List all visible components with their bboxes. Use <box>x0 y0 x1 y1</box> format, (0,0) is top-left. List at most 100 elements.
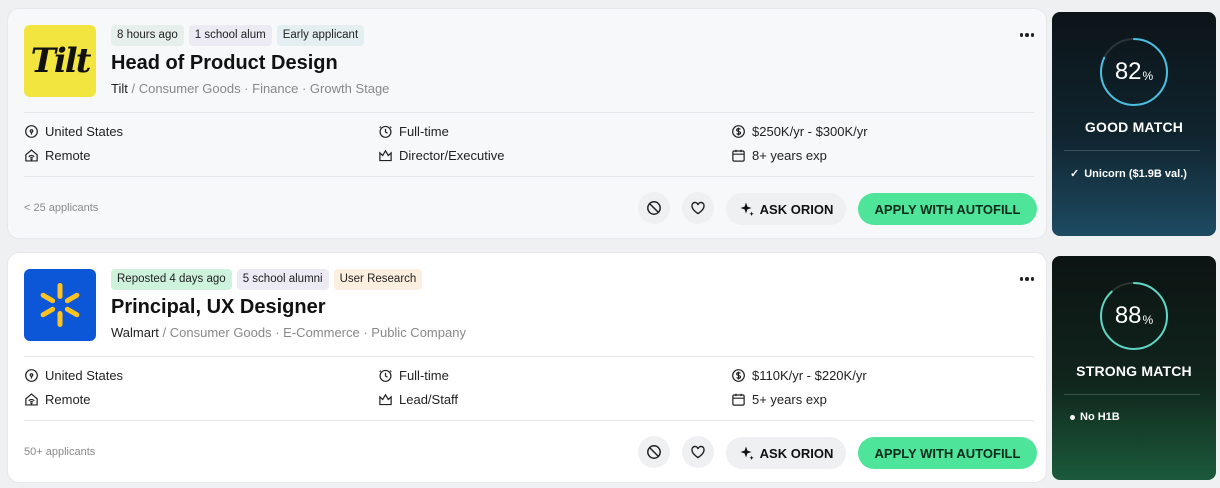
crown-icon <box>379 149 392 162</box>
location-pin-icon <box>25 369 38 382</box>
work-mode: Remote <box>24 148 91 163</box>
work-mode: Remote <box>24 392 91 407</box>
not-interested-button[interactable] <box>638 436 670 468</box>
divider <box>24 112 1034 113</box>
job-card[interactable]: Tilt 8 hours ago 1 school alum Early app… <box>0 8 1220 243</box>
save-job-button[interactable] <box>682 436 714 468</box>
more-options-icon <box>1019 33 1024 37</box>
job-type-text: Full-time <box>399 124 449 139</box>
job-title[interactable]: Head of Product Design <box>111 52 338 75</box>
sparkle-icon <box>740 446 754 460</box>
work-mode-text: Remote <box>45 392 91 407</box>
salary-text: $250K/yr - $300K/yr <box>752 124 868 139</box>
location-text: United States <box>45 368 124 383</box>
location: United States <box>24 368 123 383</box>
match-score-panel: 88% STRONG MATCH No H1B <box>1052 256 1216 480</box>
early-applicant-tag: Early applicant <box>276 25 365 46</box>
company-logo-text: Tilt <box>30 41 92 81</box>
match-note: ✓ Unicorn ($1.9B val.) <box>1070 167 1187 181</box>
salary-text: $110K/yr - $220K/yr <box>752 368 867 383</box>
match-percentage: 82% <box>1098 36 1170 108</box>
company-meta: Tilt / Consumer Goods · Finance · Growth… <box>111 81 389 96</box>
job-card-body[interactable]: Tilt 8 hours ago 1 school alum Early app… <box>7 8 1047 239</box>
experience-text: 8+ years exp <box>752 148 827 163</box>
company-name[interactable]: Tilt <box>111 81 128 96</box>
seniority-text: Lead/Staff <box>399 392 459 407</box>
company-categories: / Consumer Goods · Finance · Growth Stag… <box>127 81 390 96</box>
percent-sign: % <box>1142 69 1154 83</box>
save-job-button[interactable] <box>682 192 714 224</box>
match-percentage: 88% <box>1098 280 1170 352</box>
check-icon: ✓ <box>1070 168 1080 180</box>
clock-icon <box>379 125 392 138</box>
apply-with-autofill-button[interactable]: APPLY WITH AUTOFILL <box>858 437 1037 469</box>
dollar-icon <box>732 125 745 138</box>
divider <box>1064 394 1200 395</box>
company-name[interactable]: Walmart <box>111 325 159 340</box>
location-text: United States <box>45 124 124 139</box>
experience: 8+ years exp <box>731 148 827 163</box>
more-options-button[interactable] <box>1016 25 1038 45</box>
heart-icon <box>691 201 705 215</box>
walmart-spark-icon <box>40 283 80 327</box>
applicant-count: 50+ applicants <box>24 446 96 458</box>
calendar-icon <box>732 393 745 406</box>
company-meta: Walmart / Consumer Goods · E-Commerce · … <box>111 325 466 340</box>
more-options-button[interactable] <box>1016 269 1038 289</box>
alumni-tag: 5 school alumni <box>236 269 329 290</box>
alumni-tag: 1 school alum <box>188 25 272 46</box>
ask-orion-button[interactable]: ASK ORION <box>726 437 846 469</box>
percent-sign: % <box>1142 313 1154 327</box>
match-score-panel: 82% GOOD MATCH ✓ Unicorn ($1.9B val.) <box>1052 12 1216 236</box>
job-type-text: Full-time <box>399 368 449 383</box>
posted-time-tag: Reposted 4 days ago <box>111 269 232 290</box>
ask-orion-button[interactable]: ASK ORION <box>726 193 846 225</box>
sparkle-icon <box>740 202 754 216</box>
match-label: GOOD MATCH <box>1084 119 1184 135</box>
match-note: No H1B <box>1070 411 1120 423</box>
job-title[interactable]: Principal, UX Designer <box>111 296 326 319</box>
match-percentage-value: 82 <box>1114 58 1142 85</box>
job-type: Full-time <box>378 368 449 383</box>
ask-orion-label: ASK ORION <box>759 201 834 217</box>
tag-list: 8 hours ago 1 school alum Early applican… <box>111 25 365 46</box>
apply-with-autofill-button[interactable]: APPLY WITH AUTOFILL <box>858 193 1037 225</box>
tag-list: Reposted 4 days ago 5 school alumni User… <box>111 269 423 290</box>
dollar-icon <box>732 369 745 382</box>
divider <box>24 420 1034 421</box>
divider <box>1064 150 1200 151</box>
divider <box>24 356 1034 357</box>
posted-time-tag: 8 hours ago <box>111 25 184 46</box>
dot-icon <box>1070 414 1075 420</box>
ask-orion-label: ASK ORION <box>759 445 834 461</box>
job-card-body[interactable]: Reposted 4 days ago 5 school alumni User… <box>7 252 1047 483</box>
divider <box>24 176 1034 177</box>
experience-text: 5+ years exp <box>752 392 827 407</box>
seniority-text: Director/Executive <box>399 148 505 163</box>
job-type: Full-time <box>378 124 449 139</box>
more-options-icon <box>1019 277 1024 281</box>
match-note-text: No H1B <box>1080 411 1120 423</box>
salary: $110K/yr - $220K/yr <box>731 368 867 383</box>
remote-wifi-icon <box>25 149 38 162</box>
seniority: Director/Executive <box>378 148 504 163</box>
seniority: Lead/Staff <box>378 392 458 407</box>
heart-icon <box>691 445 705 459</box>
location: United States <box>24 124 123 139</box>
location-pin-icon <box>25 125 38 138</box>
work-mode-text: Remote <box>45 148 91 163</box>
block-icon <box>647 445 661 459</box>
salary: $250K/yr - $300K/yr <box>731 124 868 139</box>
company-logo <box>24 269 96 341</box>
remote-wifi-icon <box>25 393 38 406</box>
match-note-text: Unicorn ($1.9B val.) <box>1084 167 1187 180</box>
company-logo: Tilt <box>24 25 96 97</box>
match-label: STRONG MATCH <box>1076 363 1192 379</box>
clock-icon <box>379 369 392 382</box>
block-icon <box>647 201 661 215</box>
calendar-icon <box>732 149 745 162</box>
not-interested-button[interactable] <box>638 192 670 224</box>
match-percentage-value: 88 <box>1114 302 1142 329</box>
crown-icon <box>379 393 392 406</box>
job-card[interactable]: Reposted 4 days ago 5 school alumni User… <box>0 252 1220 487</box>
